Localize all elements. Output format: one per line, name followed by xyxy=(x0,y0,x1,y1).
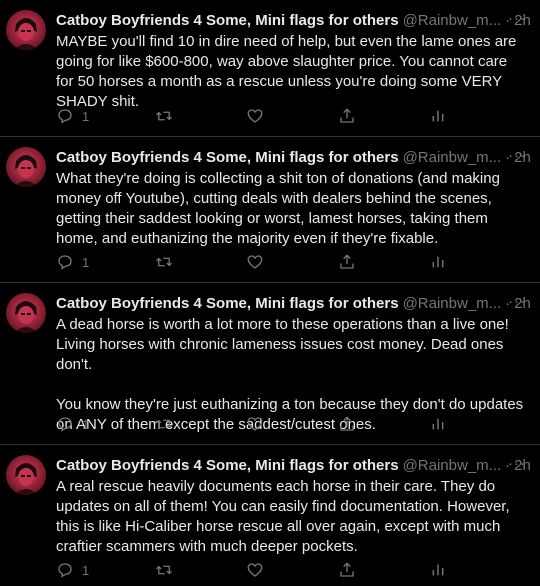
avatar[interactable] xyxy=(6,147,46,187)
reply-button[interactable]: 1 xyxy=(56,253,89,271)
avatar-image xyxy=(14,301,38,333)
analytics-button[interactable] xyxy=(430,561,446,579)
retweet-button[interactable] xyxy=(154,561,174,579)
retweet-button[interactable] xyxy=(154,415,174,433)
retweet-icon xyxy=(156,111,172,121)
action-bar: 1 xyxy=(56,252,456,272)
avatar-image xyxy=(14,18,38,50)
tweet-content: Catboy Boyfriends 4 Some, Mini flags for… xyxy=(56,455,531,557)
share-icon xyxy=(340,108,354,123)
tweet-thread: Catboy Boyfriends 4 Some, Mini flags for… xyxy=(0,0,540,586)
heart-icon xyxy=(247,255,263,269)
reply-icon xyxy=(58,109,72,124)
share-button[interactable] xyxy=(338,561,356,579)
heart-icon xyxy=(247,417,263,431)
more-options-button[interactable]: ··· xyxy=(508,293,526,310)
tweet[interactable]: Catboy Boyfriends 4 Some, Mini flags for… xyxy=(0,445,540,586)
tweet-text: What they're doing is collecting a shit … xyxy=(56,170,500,247)
analytics-icon xyxy=(432,418,444,430)
reply-count: 1 xyxy=(82,108,90,124)
reply-count: 1 xyxy=(82,254,90,270)
tweet-text: MAYBE you'll find 10 in dire need of hel… xyxy=(56,33,517,110)
more-options-button[interactable]: ··· xyxy=(508,10,526,27)
author-handle[interactable]: @Rainbw_m... xyxy=(403,12,502,29)
more-options-button[interactable]: ··· xyxy=(508,455,526,472)
like-button[interactable] xyxy=(246,253,264,271)
heart-icon xyxy=(247,109,263,123)
share-button[interactable] xyxy=(338,107,356,125)
share-button[interactable] xyxy=(338,253,356,271)
retweet-icon xyxy=(156,565,172,575)
reply-button[interactable]: 1 xyxy=(56,415,89,433)
retweet-button[interactable] xyxy=(154,107,174,125)
tweet-text: A real rescue heavily documents each hor… xyxy=(56,478,510,555)
author-handle[interactable]: @Rainbw_m... xyxy=(403,149,502,166)
analytics-icon xyxy=(432,110,444,122)
tweet-header: Catboy Boyfriends 4 Some, Mini flags for… xyxy=(56,455,531,475)
avatar[interactable] xyxy=(6,455,46,495)
share-icon xyxy=(340,416,354,431)
reply-icon xyxy=(58,563,72,578)
tweet-content: Catboy Boyfriends 4 Some, Mini flags for… xyxy=(56,10,531,112)
tweet-header: Catboy Boyfriends 4 Some, Mini flags for… xyxy=(56,10,531,30)
action-bar: 1 xyxy=(56,560,456,580)
share-icon xyxy=(340,254,354,269)
avatar[interactable] xyxy=(6,10,46,50)
author-name[interactable]: Catboy Boyfriends 4 Some, Mini flags for… xyxy=(56,457,399,474)
retweet-icon xyxy=(156,257,172,267)
tweet-header: Catboy Boyfriends 4 Some, Mini flags for… xyxy=(56,293,531,313)
analytics-button[interactable] xyxy=(430,253,446,271)
share-button[interactable] xyxy=(338,415,356,433)
like-button[interactable] xyxy=(246,107,264,125)
author-handle[interactable]: @Rainbw_m... xyxy=(403,295,502,312)
tweet-header: Catboy Boyfriends 4 Some, Mini flags for… xyxy=(56,147,531,167)
heart-icon xyxy=(247,563,263,577)
analytics-icon xyxy=(432,256,444,268)
more-options-button[interactable]: ··· xyxy=(508,147,526,164)
share-icon xyxy=(340,562,354,577)
analytics-button[interactable] xyxy=(430,415,446,433)
analytics-button[interactable] xyxy=(430,107,446,125)
tweet[interactable]: Catboy Boyfriends 4 Some, Mini flags for… xyxy=(0,137,540,283)
avatar[interactable] xyxy=(6,293,46,333)
action-bar: 1 xyxy=(56,414,456,434)
reply-count: 1 xyxy=(82,562,90,578)
reply-button[interactable]: 1 xyxy=(56,107,89,125)
avatar-image xyxy=(14,155,38,187)
author-name[interactable]: Catboy Boyfriends 4 Some, Mini flags for… xyxy=(56,149,399,166)
action-bar: 1 xyxy=(56,106,456,126)
author-name[interactable]: Catboy Boyfriends 4 Some, Mini flags for… xyxy=(56,295,399,312)
tweet[interactable]: Catboy Boyfriends 4 Some, Mini flags for… xyxy=(0,0,540,137)
tweet[interactable]: Catboy Boyfriends 4 Some, Mini flags for… xyxy=(0,283,540,445)
author-handle[interactable]: @Rainbw_m... xyxy=(403,457,502,474)
retweet-icon xyxy=(156,419,172,429)
retweet-button[interactable] xyxy=(154,253,174,271)
reply-icon xyxy=(58,417,72,432)
like-button[interactable] xyxy=(246,415,264,433)
avatar-image xyxy=(14,463,38,495)
author-name[interactable]: Catboy Boyfriends 4 Some, Mini flags for… xyxy=(56,12,399,29)
reply-icon xyxy=(58,255,72,270)
analytics-icon xyxy=(432,564,444,576)
like-button[interactable] xyxy=(246,561,264,579)
reply-count: 1 xyxy=(82,416,90,432)
reply-button[interactable]: 1 xyxy=(56,561,89,579)
tweet-content: Catboy Boyfriends 4 Some, Mini flags for… xyxy=(56,147,531,249)
